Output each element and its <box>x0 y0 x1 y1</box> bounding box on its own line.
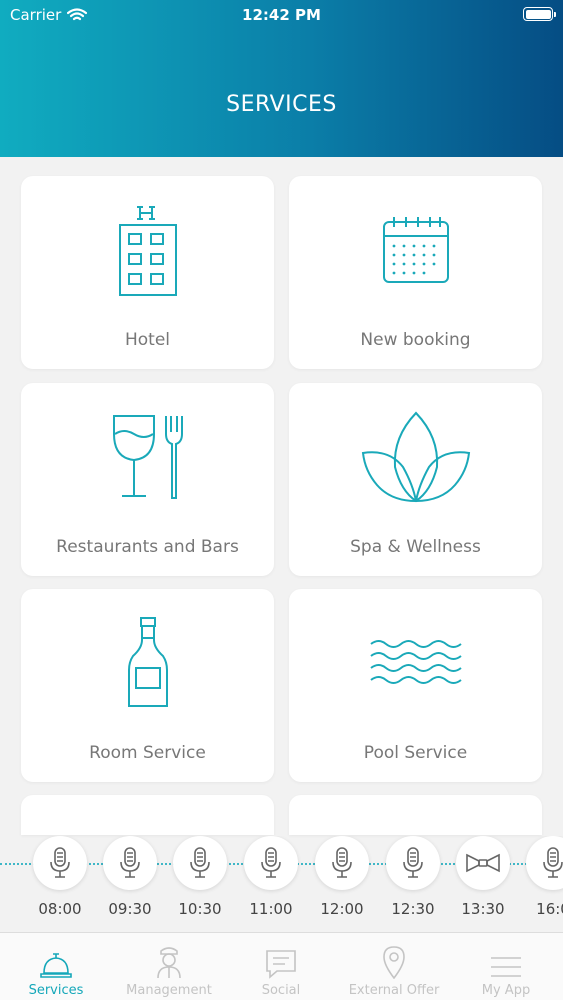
timeline-time: 09:30 <box>108 900 152 918</box>
microphone-icon <box>120 847 140 878</box>
event-timeline[interactable]: 08:00 09:30 10:30 11:00 12:00 12:30 13:3… <box>0 836 563 926</box>
menu-icon <box>491 957 521 977</box>
timeline-event[interactable]: 12:30 <box>386 836 440 918</box>
timeline-time: 10:30 <box>178 900 222 918</box>
microphone-icon <box>190 847 210 878</box>
calendar-icon <box>382 217 449 283</box>
service-label: Spa & Wellness <box>350 537 481 557</box>
bowtie-icon <box>466 853 500 873</box>
tab-social[interactable]: Social <box>225 941 337 998</box>
service-label: Room Service <box>89 743 206 763</box>
chat-icon <box>266 950 296 979</box>
microphone-icon <box>261 847 281 878</box>
timeline-event[interactable]: 08:00 <box>33 836 87 918</box>
timeline-event[interactable]: 16:0 <box>526 836 563 918</box>
tab-label: Services <box>28 983 84 998</box>
timeline-time: 12:00 <box>320 900 364 918</box>
timeline-time: 12:30 <box>391 900 435 918</box>
battery-icon <box>523 7 556 21</box>
lotus-icon <box>361 411 470 503</box>
service-label: Hotel <box>124 330 171 350</box>
tab-management[interactable]: Management <box>113 941 225 998</box>
page-title: SERVICES <box>226 92 337 117</box>
tab-external-offer[interactable]: External Offer <box>338 941 450 998</box>
service-card-restaurants[interactable]: Restaurants and Bars <box>21 383 274 576</box>
service-label: Pool Service <box>363 743 468 763</box>
service-label: Restaurants and Bars <box>56 537 239 557</box>
timeline-event[interactable]: 13:30 <box>456 836 510 918</box>
service-card-hotel[interactable]: Hotel <box>21 176 274 369</box>
timeline-time: 13:30 <box>461 900 505 918</box>
timeline-event[interactable]: 09:30 <box>103 836 157 918</box>
location-icon <box>383 946 405 979</box>
microphone-icon <box>332 847 352 878</box>
service-card-partial[interactable] <box>289 795 542 835</box>
clock: 12:42 PM <box>242 6 321 24</box>
timeline-event[interactable]: 11:00 <box>244 836 298 918</box>
timeline-time: 08:00 <box>38 900 82 918</box>
tab-my-app[interactable]: My App <box>450 941 562 998</box>
service-label: New booking <box>360 330 471 350</box>
bell-icon <box>40 953 72 978</box>
tab-label: External Offer <box>348 983 440 998</box>
timeline-time: 11:00 <box>249 900 293 918</box>
timeline-event[interactable]: 10:30 <box>173 836 227 918</box>
tab-bar: Services Management Social External Offe… <box>0 932 563 1000</box>
tab-label: Social <box>261 983 301 998</box>
bottle-icon <box>127 617 168 707</box>
status-bar: Carrier 12:42 PM <box>0 0 563 30</box>
timeline-time: 16:0 <box>536 900 563 918</box>
microphone-icon <box>50 847 70 878</box>
tab-label: Management <box>126 983 212 998</box>
service-card-partial[interactable] <box>21 795 274 835</box>
microphone-icon <box>403 847 423 878</box>
concierge-icon <box>157 947 181 979</box>
waves-icon <box>369 640 462 684</box>
service-card-room-service[interactable]: Room Service <box>21 589 274 782</box>
tab-services[interactable]: Services <box>0 941 112 998</box>
timeline-event[interactable]: 12:00 <box>315 836 369 918</box>
service-card-pool-service[interactable]: Pool Service <box>289 589 542 782</box>
hotel-icon <box>118 206 177 296</box>
wine-fork-icon <box>112 415 183 499</box>
service-card-spa[interactable]: Spa & Wellness <box>289 383 542 576</box>
microphone-icon <box>543 847 563 878</box>
tab-label: My App <box>481 983 531 998</box>
header: Carrier 12:42 PM SERVICES <box>0 0 563 157</box>
service-card-new-booking[interactable]: New booking <box>289 176 542 369</box>
